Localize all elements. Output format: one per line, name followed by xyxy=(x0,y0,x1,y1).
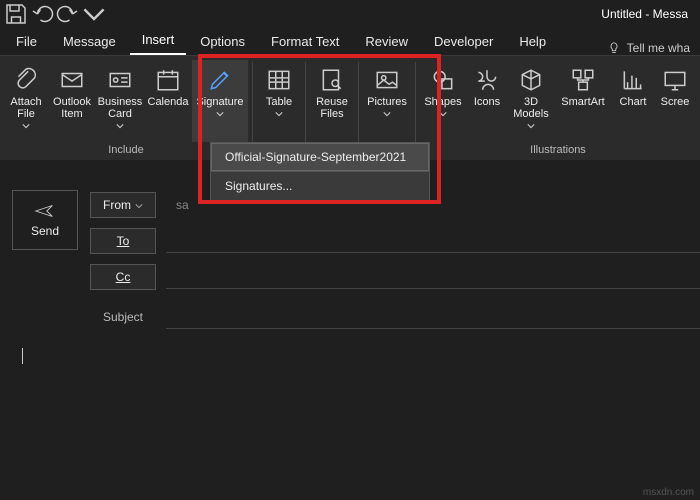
from-button[interactable]: From xyxy=(90,192,156,218)
watermark: msxdn.com xyxy=(643,487,694,498)
smartart-button[interactable]: SmartArt xyxy=(555,60,611,142)
window-title: Untitled - Messa xyxy=(106,7,696,21)
chart-button[interactable]: Chart xyxy=(613,60,653,142)
pictures-button[interactable]: Pictures xyxy=(363,60,411,142)
tab-options[interactable]: Options xyxy=(188,28,257,55)
send-button[interactable]: Send xyxy=(12,190,78,250)
quick-access-toolbar xyxy=(4,2,106,26)
icons-icon xyxy=(471,66,503,94)
group-label-include: Include xyxy=(108,142,143,158)
undo-icon[interactable] xyxy=(30,2,54,26)
tab-file[interactable]: File xyxy=(4,28,49,55)
table-button[interactable]: Table xyxy=(257,60,301,142)
3d-models-button[interactable]: 3D Models xyxy=(509,60,553,142)
to-button[interactable]: To xyxy=(90,228,156,254)
picture-icon xyxy=(371,66,403,94)
tab-review[interactable]: Review xyxy=(353,28,420,55)
cc-button[interactable]: Cc xyxy=(90,264,156,290)
chevron-down-icon xyxy=(439,108,447,120)
tab-format-text[interactable]: Format Text xyxy=(259,28,351,55)
redo-icon[interactable] xyxy=(56,2,80,26)
chevron-down-icon xyxy=(527,120,535,132)
signatures-settings-item[interactable]: Signatures... xyxy=(211,172,429,200)
screenshot-button[interactable]: Scree xyxy=(655,60,695,142)
chart-icon xyxy=(617,66,649,94)
pen-icon xyxy=(204,66,236,94)
save-icon[interactable] xyxy=(4,2,28,26)
calendar-button[interactable]: Calenda xyxy=(146,60,190,142)
text-cursor xyxy=(22,348,23,364)
qat-dropdown-icon[interactable] xyxy=(82,2,106,26)
to-field[interactable] xyxy=(166,229,700,253)
shapes-icon xyxy=(427,66,459,94)
subject-field[interactable] xyxy=(166,305,700,329)
chevron-down-icon xyxy=(116,120,124,132)
signature-button[interactable]: Signature xyxy=(192,60,248,142)
chevron-down-icon xyxy=(22,120,30,132)
attach-file-button[interactable]: Attach File xyxy=(4,60,48,142)
group-illustrations: Shapes Icons 3D Models SmartArt Chart xyxy=(416,56,700,160)
cube-icon xyxy=(515,66,547,94)
shapes-button[interactable]: Shapes xyxy=(421,60,465,142)
chevron-down-icon xyxy=(135,198,143,212)
paperclip-icon xyxy=(10,66,42,94)
table-icon xyxy=(263,66,295,94)
send-icon xyxy=(34,202,56,220)
tab-help[interactable]: Help xyxy=(507,28,558,55)
card-icon xyxy=(104,66,136,94)
ribbon-tabs: File Message Insert Options Format Text … xyxy=(0,28,700,56)
calendar-icon xyxy=(152,66,184,94)
reuse-files-button[interactable]: Reuse Files xyxy=(310,60,354,142)
tab-developer[interactable]: Developer xyxy=(422,28,505,55)
signature-menu-item[interactable]: Official-Signature-September2021 xyxy=(211,143,429,171)
search-doc-icon xyxy=(316,66,348,94)
outlook-item-button[interactable]: Outlook Item xyxy=(50,60,94,142)
lightbulb-icon xyxy=(607,41,621,55)
group-label-illustrations: Illustrations xyxy=(530,142,586,158)
business-card-button[interactable]: Business Card xyxy=(96,60,144,142)
subject-label: Subject xyxy=(90,310,156,324)
tell-me-search[interactable]: Tell me wha xyxy=(601,41,696,55)
cc-field[interactable] xyxy=(166,265,700,289)
tab-insert[interactable]: Insert xyxy=(130,26,187,55)
chevron-down-icon xyxy=(383,108,391,120)
signature-dropdown: Official-Signature-September2021 Signatu… xyxy=(210,142,430,201)
tab-message[interactable]: Message xyxy=(51,28,128,55)
chevron-down-icon xyxy=(275,108,283,120)
chevron-down-icon xyxy=(216,108,224,120)
envelope-icon xyxy=(56,66,88,94)
smartart-icon xyxy=(567,66,599,94)
message-body[interactable] xyxy=(16,340,690,490)
screenshot-icon xyxy=(659,66,691,94)
icons-button[interactable]: Icons xyxy=(467,60,507,142)
title-bar: Untitled - Messa xyxy=(0,0,700,28)
tell-me-label: Tell me wha xyxy=(627,41,690,55)
saved-indicator: sa xyxy=(176,198,189,212)
